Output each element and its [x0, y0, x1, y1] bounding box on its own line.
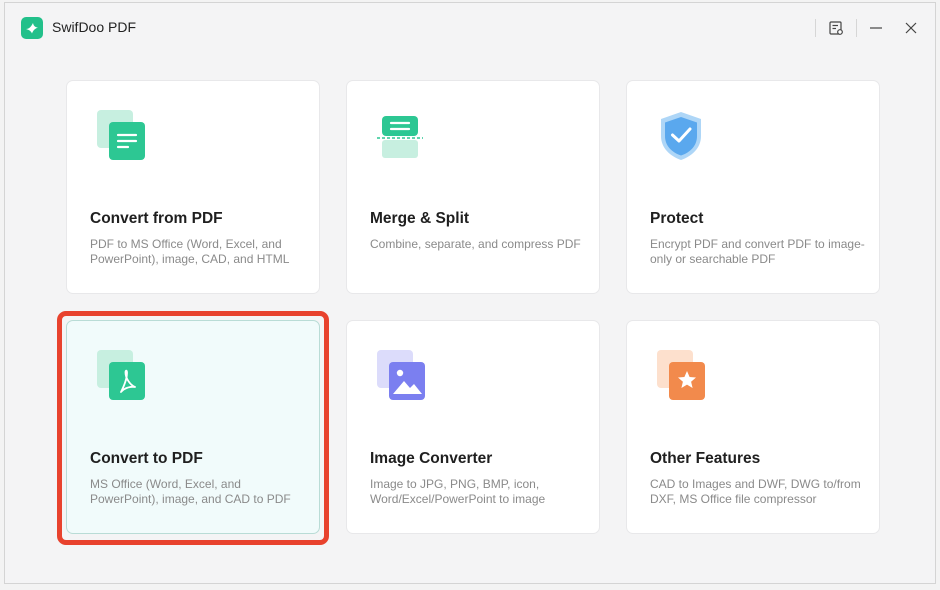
card-description: Image to JPG, PNG, BMP, icon, Word/Excel… — [370, 477, 546, 506]
card-merge-split[interactable]: Merge & Split Combine, separate, and com… — [346, 80, 600, 294]
card-convert-from-pdf[interactable]: Convert from PDF PDF to MS Office (Word,… — [66, 80, 320, 294]
merge-split-icon — [377, 110, 429, 162]
app-title: SwifDoo PDF — [52, 19, 137, 35]
minimize-icon[interactable] — [865, 17, 887, 39]
image-icon — [377, 350, 429, 402]
convert-to-pdf-icon — [97, 350, 149, 402]
card-description: Combine, separate, and compress PDF — [370, 237, 581, 251]
card-description: Encrypt PDF and convert PDF to image-onl… — [650, 237, 865, 266]
card-other-features[interactable]: Other Features CAD to Images and DWF, DW… — [626, 320, 880, 534]
card-title: Convert from PDF — [90, 210, 223, 227]
card-title: Protect — [650, 210, 704, 227]
app-window: SwifDoo PDF Convert from PDF PDF to MS O… — [4, 2, 936, 584]
card-title: Image Converter — [370, 450, 493, 467]
star-icon — [657, 350, 709, 402]
card-description: PDF to MS Office (Word, Excel, and Power… — [90, 237, 290, 266]
card-description: CAD to Images and DWF, DWG to/from DXF, … — [650, 477, 861, 506]
shield-icon — [657, 110, 709, 162]
card-title: Other Features — [650, 450, 761, 467]
app-logo-icon — [21, 17, 43, 39]
title-bar: SwifDoo PDF — [5, 3, 935, 53]
card-convert-to-pdf[interactable]: Convert to PDF MS Office (Word, Excel, a… — [66, 320, 320, 534]
card-title: Merge & Split — [370, 210, 470, 227]
card-title: Convert to PDF — [90, 450, 203, 467]
card-protect[interactable]: Protect Encrypt PDF and convert PDF to i… — [626, 80, 880, 294]
titlebar-divider — [815, 19, 816, 37]
card-description: MS Office (Word, Excel, and PowerPoint),… — [90, 477, 291, 506]
convert-from-pdf-icon — [97, 110, 149, 162]
card-image-converter[interactable]: Image Converter Image to JPG, PNG, BMP, … — [346, 320, 600, 534]
settings-list-icon[interactable] — [825, 17, 847, 39]
titlebar-divider — [856, 19, 857, 37]
close-icon[interactable] — [900, 17, 922, 39]
